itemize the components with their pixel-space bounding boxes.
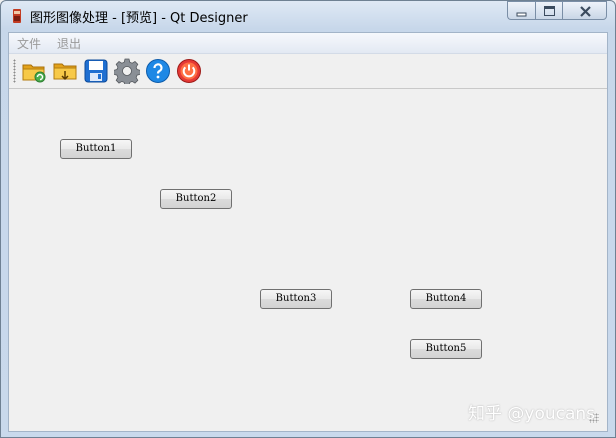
menu-file[interactable]: 文件 — [17, 35, 41, 52]
button3[interactable]: Button3 — [260, 289, 332, 309]
save-icon[interactable] — [83, 58, 109, 84]
maximize-button[interactable] — [535, 1, 562, 20]
menu-bar: 文件 退出 — [9, 33, 607, 54]
button5[interactable]: Button5 — [410, 339, 482, 359]
minimize-button[interactable] — [507, 1, 535, 20]
title-bar[interactable]: 图形图像处理 - [预览] - Qt Designer — [1, 1, 615, 31]
window-title: 图形图像处理 - [预览] - Qt Designer — [30, 11, 248, 26]
tool-bar — [9, 54, 607, 89]
main-window-client-area: 文件 退出 Button1 Button2 Button3 Button4 Bu… — [8, 32, 608, 432]
watermark-text: 知乎 @youcans — [468, 404, 596, 424]
button1[interactable]: Button1 — [60, 139, 132, 159]
qt-designer-app-icon — [10, 8, 24, 24]
main-window: 图形图像处理 - [预览] - Qt Designer 文件 退出 Button… — [0, 0, 616, 438]
help-icon[interactable] — [145, 58, 171, 84]
power-exit-icon[interactable] — [176, 58, 202, 84]
settings-gear-icon[interactable] — [114, 58, 140, 84]
button4[interactable]: Button4 — [410, 289, 482, 309]
close-button[interactable] — [562, 1, 607, 20]
button2[interactable]: Button2 — [160, 189, 232, 209]
maximize-icon — [544, 6, 555, 16]
menu-exit[interactable]: 退出 — [57, 35, 81, 52]
toolbar-grip-handle[interactable] — [13, 59, 16, 83]
folder-export-icon[interactable] — [52, 58, 78, 84]
close-icon — [580, 6, 591, 17]
open-folder-icon[interactable] — [21, 58, 47, 84]
minimize-icon — [516, 12, 527, 17]
